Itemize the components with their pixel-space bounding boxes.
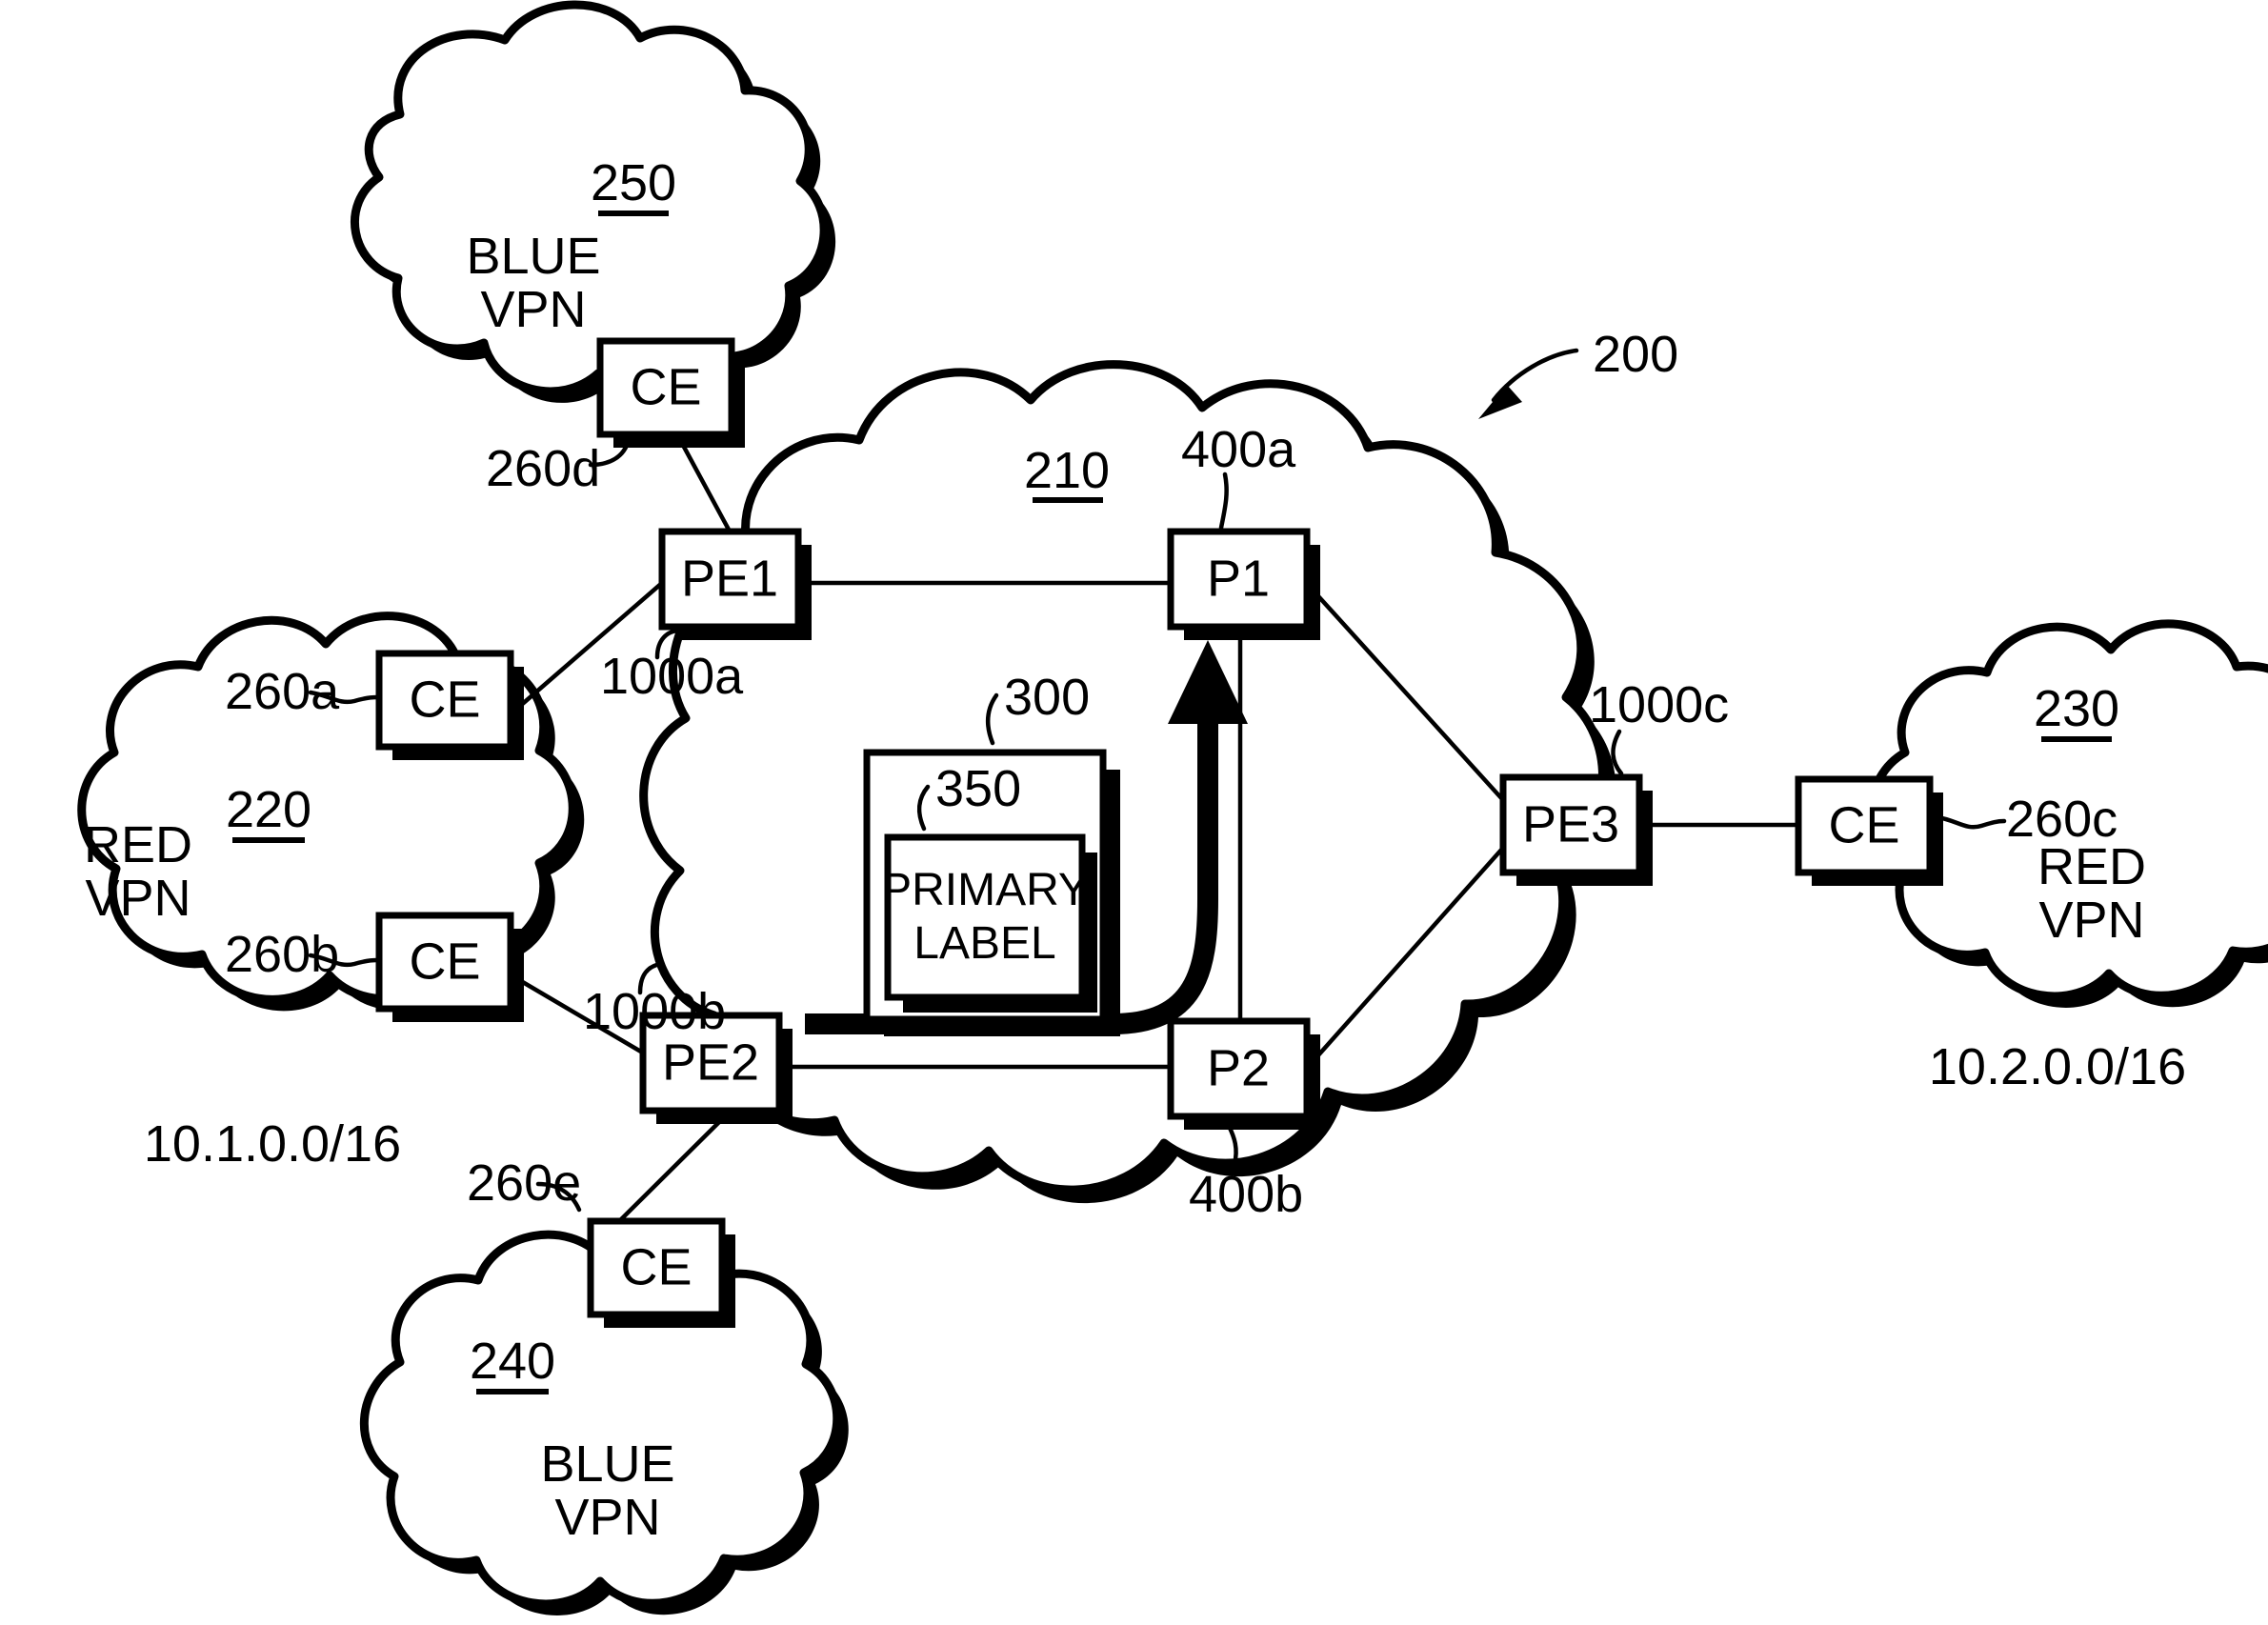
node-ce-c-label: CE [1828, 796, 1899, 853]
ref-260a: 260a [225, 663, 340, 720]
ref-260e: 260e [467, 1154, 581, 1212]
ref-210-group: 210 [1024, 442, 1110, 503]
node-pe3[interactable]: PE3 [1499, 773, 1653, 886]
node-ce-d-label: CE [630, 358, 701, 415]
cloud-230-line1: RED [2037, 838, 2146, 895]
leader-1000c [1611, 729, 1624, 776]
node-pe1[interactable]: PE1 [658, 528, 812, 640]
node-p1-label: P1 [1207, 550, 1270, 607]
cloud-250-line2: VPN [480, 281, 586, 338]
cloud-230-ref: 230 [2034, 680, 2119, 737]
node-ce-c[interactable]: CE [1795, 775, 1943, 886]
node-p1[interactable]: P1 [1167, 528, 1320, 640]
ref-1000b: 1000b [583, 983, 726, 1040]
node-ce-a-label: CE [409, 671, 480, 728]
primary-label-line2: LABEL [913, 918, 1055, 969]
primary-label-line1: PRIMARY [881, 865, 1089, 915]
ref-1000c: 1000c [1589, 676, 1729, 733]
ref-1000a: 1000a [600, 648, 744, 705]
node-ce-e-label: CE [620, 1238, 692, 1295]
node-pe3-label: PE3 [1522, 795, 1619, 853]
node-ce-d[interactable]: CE [596, 337, 745, 448]
node-p2[interactable]: P2 [1167, 1017, 1320, 1130]
ref-400b: 400b [1189, 1166, 1303, 1223]
ref-400a: 400a [1181, 421, 1296, 478]
cloud-240-ref: 240 [470, 1333, 555, 1390]
cloud-220-subnet: 10.1.0.0/16 [144, 1115, 401, 1173]
network-diagram: PRIMARY LABEL CE CE CE CE CE PE1 PE2 PE3… [77, 0, 2268, 1615]
node-ce-a[interactable]: CE [375, 650, 524, 760]
cloud-230-line2: VPN [2038, 892, 2144, 949]
cloud-230-subnet: 10.2.0.0/16 [1929, 1038, 2186, 1095]
node-ce-e[interactable]: CE [587, 1217, 735, 1328]
ref-260d: 260d [486, 440, 600, 497]
ref-300: 300 [1004, 669, 1090, 726]
packet-inner-box [884, 833, 1086, 1001]
ref-210: 210 [1024, 442, 1110, 499]
node-ce-b[interactable]: CE [375, 912, 524, 1022]
cloud-220-line1: RED [84, 816, 192, 873]
node-pe1-label: PE1 [681, 550, 778, 607]
cloud-240-line2: VPN [554, 1489, 660, 1546]
ref-200: 200 [1593, 326, 1678, 383]
node-pe2-label: PE2 [662, 1033, 759, 1091]
link-ce-d-pe1 [675, 433, 732, 532]
cloud-250-ref: 250 [591, 154, 676, 211]
cloud-220-line2: VPN [85, 870, 191, 927]
cloud-220-ref: 220 [226, 781, 311, 838]
node-p2-label: P2 [1207, 1039, 1270, 1096]
cloud-250-line1: BLUE [466, 228, 600, 285]
figure-canvas: PRIMARY LABEL CE CE CE CE CE PE1 PE2 PE3… [0, 0, 2268, 1625]
cloud-240-line1: BLUE [540, 1435, 674, 1493]
ref-350: 350 [935, 760, 1021, 817]
node-ce-b-label: CE [409, 933, 480, 990]
ref-260b: 260b [225, 926, 339, 983]
